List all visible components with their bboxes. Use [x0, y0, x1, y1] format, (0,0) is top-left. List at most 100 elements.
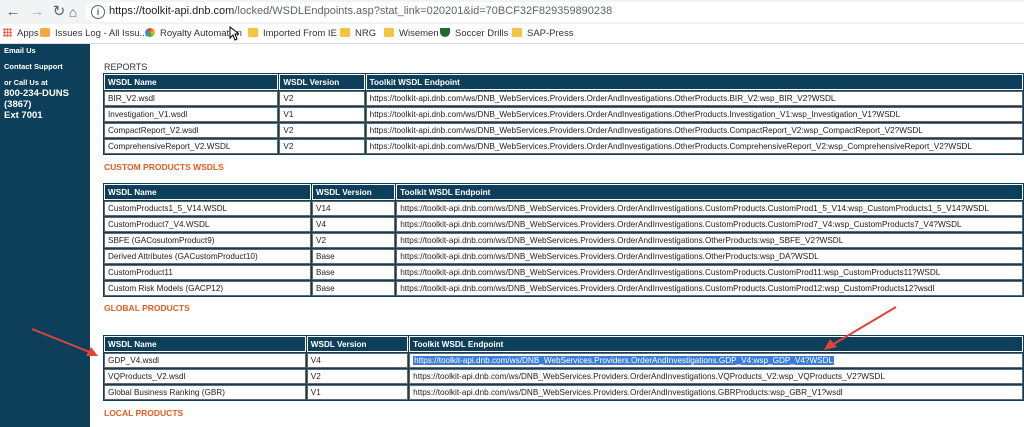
wsdl-version-cell: V2: [279, 123, 365, 138]
bookmarks-bar: Apps Issues Log - All Issu... Royalty Au…: [0, 24, 1024, 44]
col-header-wsdl-name: WSDL Name: [104, 74, 279, 90]
table-row: CompactReport_V2.wsdl V2 https://toolkit-a…: [104, 123, 1023, 138]
wsdl-name-cell: BIR_V2.wsdl: [104, 91, 279, 106]
col-header-wsdl-name: WSDL Name: [104, 336, 306, 352]
table-row: Derived Attributes (GACustomProduct10) Ba…: [104, 249, 1023, 264]
wsdl-name-cell: SBFE (GACosutomProduct9): [104, 233, 311, 248]
wsdl-name-cell: CompactReport_V2.wsdl: [104, 123, 279, 138]
wsdl-name-cell: CustomProduct7_V4.WSDL: [104, 217, 311, 232]
reports-table: WSDL Name WSDL Version Toolkit WSDL Endpoi…: [103, 73, 1024, 155]
wsdl-name-cell: Derived Attributes (GACustomProduct10): [104, 249, 311, 264]
contact-support-link[interactable]: Contact Support: [4, 62, 63, 71]
table-row: Investigation_V1.wsdl V1 https://toolkit-a…: [104, 107, 1023, 122]
folder-icon: [512, 28, 522, 37]
wsdl-version-cell: V1: [306, 385, 409, 400]
global-products-title: GLOBAL PRODUCTS: [104, 303, 190, 313]
email-us-link[interactable]: Email Us: [4, 46, 36, 55]
wsdl-version-cell: V1: [279, 107, 365, 122]
table-row: Custom Risk Models (GACP12) Base https://t…: [104, 281, 1023, 296]
endpoint-url-cell[interactable]: https://toolkit-api.dnb.com/ws/DNB_WebSe…: [396, 265, 1023, 280]
table-header-row: WSDL Name WSDL Version Toolkit WSDL Endpoi…: [104, 184, 1023, 200]
bookmark-issues-log[interactable]: Issues Log - All Issu...: [40, 26, 147, 41]
table-row: CustomProducts1_5_V14.WSDL V14 https://too…: [104, 201, 1023, 216]
reports-title: REPORTS: [104, 62, 148, 72]
table-row: CustomProduct11 Base https://toolkit-api.d…: [104, 265, 1023, 280]
wsdl-version-cell: Base: [312, 281, 396, 296]
col-header-wsdl-version: WSDL Version: [306, 336, 409, 352]
sidebar: Email Us Contact Support or Call Us at 8…: [0, 44, 90, 427]
royalty-automation-icon: [145, 28, 155, 37]
col-header-wsdl-name: WSDL Name: [104, 184, 311, 200]
wsdl-version-cell: V2: [279, 91, 365, 106]
home-icon[interactable]: ⌂: [64, 3, 82, 21]
folder-icon: [384, 28, 394, 37]
info-icon[interactable]: i: [91, 5, 105, 19]
annotation-arrow-right: [824, 306, 897, 350]
endpoint-url-cell[interactable]: https://toolkit-api.dnb.com/ws/DNB_WebSe…: [365, 91, 1023, 106]
call-us-label: or Call Us at: [4, 78, 48, 87]
endpoint-url-cell[interactable]: https://toolkit-api.dnb.com/ws/DNB_WebSe…: [365, 107, 1023, 122]
endpoint-url-cell[interactable]: https://toolkit-api.dnb.com/ws/DNB_WebSe…: [396, 249, 1023, 264]
endpoint-url-cell[interactable]: https://toolkit-api.dnb.com/ws/DNB_WebSe…: [365, 123, 1023, 138]
wsdl-name-cell: Investigation_V1.wsdl: [104, 107, 279, 122]
bookmark-royalty-automation[interactable]: Royalty Automation: [145, 26, 242, 41]
bookmark-imported-from-ie[interactable]: Imported From IE: [248, 26, 337, 41]
col-header-endpoint: Toolkit WSDL Endpoint: [396, 184, 1023, 200]
wsdl-version-cell: V4: [312, 217, 396, 232]
phone-digits: (3867): [4, 99, 32, 110]
wsdl-version-cell: Base: [312, 249, 396, 264]
table-row: CustomProduct7_V4.WSDL V4 https://toolkit-…: [104, 217, 1023, 232]
wsdl-name-cell: CustomProducts1_5_V14.WSDL: [104, 201, 311, 216]
bookmark-nrg[interactable]: NRG: [340, 26, 376, 41]
table-header-row: WSDL Name WSDL Version Toolkit WSDL Endpoi…: [104, 74, 1023, 90]
endpoint-url-cell[interactable]: https://toolkit-api.dnb.com/ws/DNB_WebSe…: [396, 233, 1023, 248]
endpoint-url-cell[interactable]: https://toolkit-api.dnb.com/ws/DNB_WebSe…: [396, 217, 1023, 232]
browser-toolbar: ← → ↻ ⌂ i https://toolkit-api.dnb.com/lo…: [0, 0, 1024, 24]
back-arrow-icon[interactable]: ←: [4, 3, 22, 21]
wsdl-name-cell: Global Business Ranking (GBR): [104, 385, 306, 400]
wsdl-name-cell: ComprehensiveReport_V2.WSDL: [104, 139, 279, 154]
endpoint-url-cell[interactable]: https://toolkit-api.dnb.com/ws/DNB_WebSe…: [409, 385, 1023, 400]
url-text[interactable]: https://toolkit-api.dnb.com/locked/WSDLE…: [109, 5, 612, 17]
bookmark-soccer-drills[interactable]: Soccer Drills: [440, 26, 508, 41]
wsdl-name-cell: VQProducts_V2.wsdl: [104, 369, 306, 384]
table-row: VQProducts_V2.wsdl V2 https://toolkit-api.…: [104, 369, 1023, 384]
folder-icon: [340, 28, 350, 37]
issues-log-icon: [40, 28, 50, 37]
wsdl-version-cell: V4: [306, 353, 409, 368]
address-bar[interactable]: i https://toolkit-api.dnb.com/locked/WSD…: [85, 2, 1024, 22]
wsdl-version-cell: V14: [312, 201, 396, 216]
col-header-endpoint: Toolkit WSDL Endpoint: [365, 74, 1023, 90]
endpoint-url-cell[interactable]: https://toolkit-api.dnb.com/ws/DNB_WebSe…: [365, 139, 1023, 154]
wsdl-name-cell: GDP_V4.wsdl: [104, 353, 306, 368]
phone-extension: Ext 7001: [4, 110, 43, 121]
bookmark-wisemen[interactable]: Wisemen: [384, 26, 439, 41]
folder-icon: [248, 28, 258, 37]
col-header-wsdl-version: WSDL Version: [279, 74, 365, 90]
table-row: Global Business Ranking (GBR) V1 https://t…: [104, 385, 1023, 400]
apps-grid-icon: [3, 28, 12, 37]
annotation-arrow-left: [31, 328, 98, 356]
custom-products-table: WSDL Name WSDL Version Toolkit WSDL Endpoi…: [103, 183, 1024, 297]
bookmark-apps[interactable]: Apps: [3, 26, 39, 41]
endpoint-url-cell[interactable]: https://toolkit-api.dnb.com/ws/DNB_WebSe…: [396, 281, 1023, 296]
col-header-endpoint: Toolkit WSDL Endpoint: [409, 336, 1023, 352]
wsdl-name-cell: CustomProduct11: [104, 265, 311, 280]
mouse-cursor-icon: [229, 26, 239, 41]
table-row: GDP_V4.wsdl V4 https://toolkit-api.dnb.com…: [104, 353, 1023, 368]
wsdl-version-cell: V2: [306, 369, 409, 384]
col-header-wsdl-version: WSDL Version: [312, 184, 396, 200]
table-row: SBFE (GACosutomProduct9) V2 https://toolki…: [104, 233, 1023, 248]
bookmark-sap-press[interactable]: SAP-Press: [512, 26, 573, 41]
table-row: ComprehensiveReport_V2.WSDL V2 https://too…: [104, 139, 1023, 154]
selected-endpoint-url[interactable]: https://toolkit-api.dnb.com/ws/DNB_WebSe…: [413, 356, 835, 365]
wsdl-name-cell: Custom Risk Models (GACP12): [104, 281, 311, 296]
forward-arrow-icon[interactable]: →: [28, 3, 46, 21]
wsdl-version-cell: V2: [279, 139, 365, 154]
main-content: REPORTS WSDL Name WSDL Version Toolkit WSD…: [92, 44, 1024, 427]
wsdl-version-cell: V2: [312, 233, 396, 248]
endpoint-url-cell[interactable]: https://toolkit-api.dnb.com/ws/DNB_WebSe…: [396, 201, 1023, 216]
wsdl-version-cell: Base: [312, 265, 396, 280]
endpoint-url-cell[interactable]: https://toolkit-api.dnb.com/ws/DNB_WebSe…: [409, 353, 1023, 368]
endpoint-url-cell[interactable]: https://toolkit-api.dnb.com/ws/DNB_WebSe…: [409, 369, 1023, 384]
